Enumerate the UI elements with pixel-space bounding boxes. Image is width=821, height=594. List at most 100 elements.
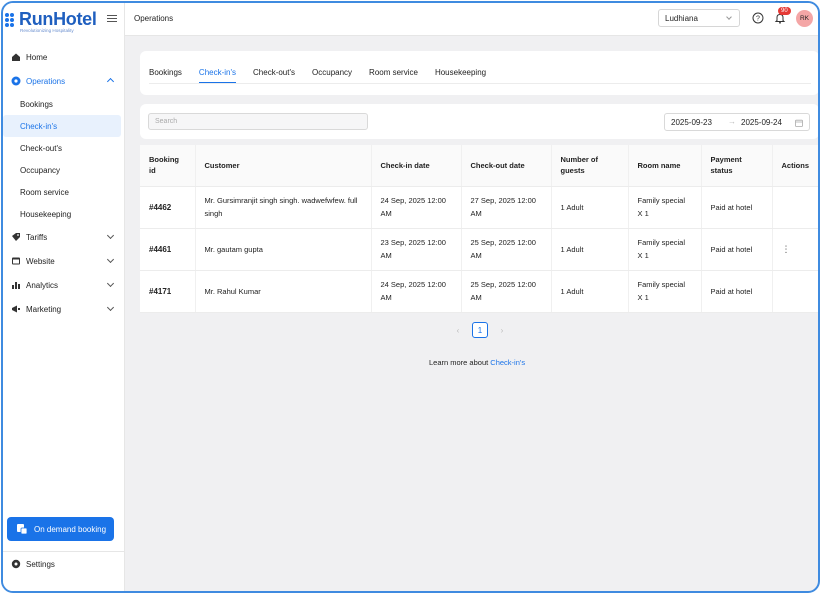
tab-bar: Bookings Check-in's Check-out's Occupanc…: [149, 68, 503, 84]
sidebar: RunHotel Revolutionizing Hospitality Hom…: [3, 3, 125, 591]
brand-tagline: Revolutionizing Hospitality: [20, 28, 74, 33]
column-header: Booking id: [140, 145, 195, 187]
pagination: ‹ 1 ›: [450, 322, 510, 338]
avatar[interactable]: RK: [796, 10, 813, 27]
sidebar-nav: Home Operations Bookings Check-in's Chec…: [3, 45, 125, 321]
gear-icon: [11, 559, 21, 569]
sidebar-item-analytics[interactable]: Analytics: [3, 273, 125, 297]
booking-id[interactable]: #4171: [140, 270, 195, 313]
svg-text:?: ?: [756, 16, 760, 23]
logo[interactable]: RunHotel Revolutionizing Hospitality: [5, 7, 105, 35]
checkins-table: Booking id Customer Check-in date Check-…: [140, 145, 818, 313]
column-header: Payment status: [700, 145, 772, 187]
on-demand-booking-button[interactable]: On demand booking: [7, 517, 114, 541]
page-1-button[interactable]: 1: [472, 322, 488, 338]
room-name: Family special X 1: [627, 270, 701, 313]
sidebar-item-website[interactable]: Website: [3, 249, 125, 273]
tab-room-service[interactable]: Room service: [369, 68, 418, 83]
calendar-icon: [795, 119, 803, 127]
column-header: Actions: [771, 145, 818, 187]
room-name: Family special X 1: [627, 186, 701, 229]
logo-icon: [5, 13, 19, 29]
sidebar-item-operations[interactable]: Operations: [3, 69, 125, 93]
learn-more: Learn more about Check-in's: [429, 358, 525, 367]
date-to[interactable]: 2025-09-24: [741, 118, 782, 127]
settings-label: Settings: [26, 559, 55, 569]
sidebar-subitem-occupancy[interactable]: Occupancy: [3, 159, 125, 181]
topbar: Operations Ludhiana ? 90 RK: [125, 3, 818, 36]
chevron-up-icon: [106, 77, 115, 86]
customer-name: Mr. Gursimranjit singh singh. wadwefwfew…: [194, 186, 371, 229]
customer-name: Mr. Rahul Kumar: [194, 270, 371, 313]
next-page-button[interactable]: ›: [494, 326, 510, 335]
sidebar-item-settings[interactable]: Settings: [11, 559, 55, 569]
tab-check-outs[interactable]: Check-out's: [253, 68, 295, 83]
tab-check-ins[interactable]: Check-in's: [198, 68, 237, 84]
more-actions-icon[interactable]: ⋮: [771, 228, 818, 271]
customer-name: Mr. gautam gupta: [194, 228, 371, 271]
checkout-date: 25 Sep, 2025 12:00 AM: [460, 228, 551, 271]
page-title: Operations: [134, 14, 174, 23]
table-row[interactable]: #4461 Mr. gautam gupta 23 Sep, 2025 12:0…: [140, 228, 818, 271]
chevron-down-icon: [106, 231, 115, 240]
learn-more-text: Learn more about: [429, 358, 491, 367]
tariffs-icon: [11, 232, 21, 242]
tabs-divider: [149, 83, 811, 84]
sidebar-subitem-check-outs[interactable]: Check-out's: [3, 137, 125, 159]
sidebar-item-label: Operations: [26, 76, 66, 86]
sidebar-subitem-bookings[interactable]: Bookings: [3, 93, 125, 115]
city-select-value: Ludhiana: [665, 14, 698, 23]
table-row[interactable]: #4171 Mr. Rahul Kumar 24 Sep, 2025 12:00…: [140, 270, 818, 313]
previous-page-button[interactable]: ‹: [450, 326, 466, 335]
filter-bar: Search 2025-09-23 → 2025-09-24: [140, 104, 818, 139]
sidebar-item-label: Home: [26, 52, 48, 62]
sidebar-subitem-room-service[interactable]: Room service: [3, 181, 125, 203]
booking-id[interactable]: #4462: [140, 186, 195, 229]
guest-count: 1 Adult: [550, 270, 628, 313]
date-range-picker[interactable]: 2025-09-23 → 2025-09-24: [664, 113, 810, 131]
city-select[interactable]: Ludhiana: [658, 9, 740, 27]
website-icon: [11, 256, 21, 266]
column-header: Check-in date: [370, 145, 461, 187]
chevron-down-icon: [726, 14, 732, 20]
actions-cell[interactable]: [771, 186, 818, 229]
tab-bookings[interactable]: Bookings: [149, 68, 182, 83]
payment-status: Paid at hotel: [700, 186, 772, 229]
tab-occupancy[interactable]: Occupancy: [312, 68, 352, 83]
sidebar-item-label: Website: [26, 256, 55, 266]
room-name: Family special X 1: [627, 228, 701, 271]
analytics-icon: [11, 280, 21, 290]
search-input[interactable]: Search: [148, 113, 368, 130]
notification-badge: 90: [778, 7, 791, 15]
sidebar-divider: [3, 551, 125, 552]
checkin-date: 24 Sep, 2025 12:00 AM: [370, 270, 461, 313]
sidebar-subitem-check-ins[interactable]: Check-in's: [3, 115, 121, 137]
sidebar-item-label: Marketing: [26, 304, 62, 314]
booking-icon: [16, 523, 28, 535]
learn-more-link[interactable]: Check-in's: [490, 358, 525, 367]
guest-count: 1 Adult: [550, 228, 628, 271]
tab-housekeeping[interactable]: Housekeeping: [435, 68, 486, 83]
payment-status: Paid at hotel: [700, 270, 772, 313]
help-icon[interactable]: ?: [752, 11, 764, 24]
column-header: Room name: [627, 145, 701, 187]
checkout-date: 27 Sep, 2025 12:00 AM: [460, 186, 551, 229]
booking-id[interactable]: #4461: [140, 228, 195, 271]
chevron-down-icon: [106, 279, 115, 288]
column-header: Customer: [194, 145, 371, 187]
sidebar-item-home[interactable]: Home: [3, 45, 125, 69]
marketing-icon: [11, 304, 21, 314]
sidebar-item-marketing[interactable]: Marketing: [3, 297, 125, 321]
date-from[interactable]: 2025-09-23: [671, 118, 712, 127]
brand-name: RunHotel: [19, 9, 97, 29]
app-window: RunHotel Revolutionizing Hospitality Hom…: [1, 1, 820, 593]
sidebar-item-tariffs[interactable]: Tariffs: [3, 225, 125, 249]
checkin-date: 24 Sep, 2025 12:00 AM: [370, 186, 461, 229]
checkout-date: 25 Sep, 2025 12:00 AM: [460, 270, 551, 313]
actions-cell[interactable]: [771, 270, 818, 313]
chevron-down-icon: [106, 303, 115, 312]
arrow-right-icon: →: [728, 117, 736, 126]
sidebar-collapse-icon[interactable]: [107, 15, 117, 25]
table-row[interactable]: #4462 Mr. Gursimranjit singh singh. wadw…: [140, 186, 818, 229]
sidebar-subitem-housekeeping[interactable]: Housekeeping: [3, 203, 125, 225]
